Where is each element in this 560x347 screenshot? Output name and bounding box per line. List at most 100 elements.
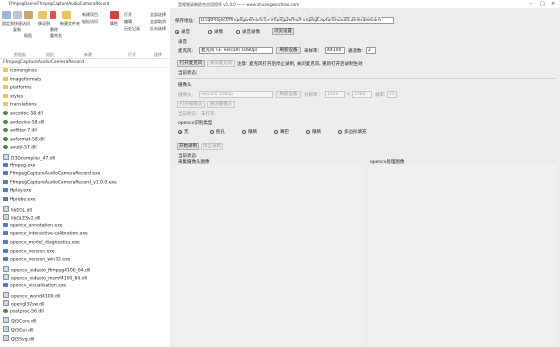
file-list-item[interactable]: ffmpeg.exe — [3, 162, 36, 169]
mic-close-button[interactable]: 关闭麦克风 — [207, 60, 235, 67]
opencv-none-radio[interactable] — [178, 130, 182, 134]
file-name: iconengines — [10, 68, 38, 74]
file-list-item[interactable]: avfilter-7.dll — [3, 128, 37, 134]
file-list-item[interactable]: opencv_videoio_ffmpeg4100_64.dll — [3, 265, 90, 273]
ribbon-move-button[interactable] — [38, 11, 47, 20]
resolution-height-input[interactable]: 1080 — [352, 91, 372, 98]
ribbon-invert-button[interactable]: 反向选择 — [150, 26, 166, 32]
file-list-item[interactable]: libGLESv2.dll — [3, 214, 40, 222]
opencv-eye2-radio[interactable] — [306, 130, 310, 134]
audio-state-label: 当前状态: — [178, 71, 198, 76]
file-list-item[interactable]: ffplay.exe — [3, 188, 31, 194]
ribbon-history-button[interactable]: 历史记录 — [124, 26, 140, 32]
ribbon-newitem-button[interactable]: 新建项目 — [82, 12, 98, 18]
ribbon-delete-button[interactable] — [50, 11, 56, 20]
bandicam-watermark: www.BANDICAM.com — [232, 7, 383, 23]
camera-preview-pane — [175, 165, 363, 347]
file-list-item[interactable]: avutil-57.dll — [3, 145, 37, 151]
ribbon-rename-label-wrap[interactable]: 重命名 — [50, 33, 62, 39]
mode-audio-video-radio[interactable] — [236, 30, 240, 34]
ribbon-selectnone-button[interactable]: 全部取消 — [150, 19, 166, 25]
exe-file-icon — [3, 231, 8, 236]
exe-file-icon — [3, 257, 8, 262]
ribbon-copy-label: 复制 — [13, 27, 21, 32]
file-list-item[interactable]: opencv_annotation.exe — [3, 222, 62, 229]
mic-device-select[interactable]: 麦克风 (3- eelcam 1080p) — [199, 47, 273, 54]
file-list-item[interactable]: postproc-56.dll — [3, 308, 44, 315]
file-list-item[interactable]: Qt5Gui.dll — [3, 326, 34, 334]
file-list-item[interactable]: opencv_version.exe — [3, 248, 55, 255]
opencv-eye-radio[interactable] — [242, 130, 246, 134]
camera-close-button[interactable]: 关闭摄像头 — [207, 101, 235, 108]
file-name: avutil-57.dll — [10, 145, 37, 151]
ribbon-copy-button[interactable] — [13, 11, 22, 20]
ribbon-selectall-label: 全部选择 — [150, 12, 166, 17]
file-list-item[interactable]: imageformats — [3, 76, 41, 83]
camera-section-heading: 摄像头 — [178, 83, 192, 88]
file-list-item[interactable]: opengl32sw.dll — [3, 300, 44, 308]
dll-file-icon — [3, 317, 9, 324]
file-list-item[interactable]: ffprobe.exe — [3, 197, 36, 203]
file-list-item[interactable]: opencv_version_win32.exe — [3, 257, 70, 263]
samplerate-input[interactable]: 44100 — [325, 47, 345, 54]
file-list-item[interactable]: opencv_videoio_msmf4100_64.dll — [3, 274, 87, 282]
file-list-item[interactable]: platforms — [3, 85, 31, 91]
record-start-button[interactable]: 开始录制 — [177, 143, 199, 150]
ribbon-history-label: 历史记录 — [124, 26, 140, 31]
file-list-item[interactable]: Qt5Core.dll — [3, 317, 36, 325]
file-list-item[interactable]: styles — [3, 93, 23, 100]
file-name: avfilter-7.dll — [10, 128, 37, 134]
file-list-item[interactable]: translations — [3, 102, 37, 108]
mode-audio-radio[interactable] — [175, 30, 179, 34]
file-list-item[interactable]: avformat-58.dll — [3, 136, 45, 143]
mic-refresh-button[interactable]: 刷新设备 — [276, 47, 301, 54]
ribbon-open-button[interactable]: 打开 — [124, 12, 132, 18]
ribbon-properties-button[interactable] — [110, 11, 119, 20]
resolution-x: x — [347, 92, 350, 97]
ribbon-easyaccess-button[interactable]: 轻松访问 — [82, 19, 98, 25]
ribbon-newfolder-button[interactable] — [62, 11, 71, 20]
camera-device-select[interactable]: eelcam 1080p — [199, 91, 273, 98]
mode-video-radio[interactable] — [208, 30, 212, 34]
ribbon-paste-label: 粘贴 — [24, 33, 32, 38]
file-name: avcodec-58.dll — [10, 111, 43, 117]
channels-input[interactable]: 2 — [366, 47, 376, 54]
resolution-width-input[interactable]: 1920 — [325, 91, 345, 98]
ribbon-paste-button[interactable] — [24, 11, 33, 20]
ribbon-pin-button[interactable] — [2, 11, 11, 20]
file-list-item[interactable]: opencv_visualisation.exe — [3, 283, 66, 289]
file-list-item[interactable]: FfmpegCaptureAudioCameraRecord.exe — [3, 171, 100, 177]
file-name: ffmpeg.exe — [10, 163, 36, 169]
maximize-icon[interactable]: □ — [540, 1, 545, 7]
properties-icon — [110, 11, 119, 19]
ribbon-paste-label-wrap: 粘贴 — [24, 33, 32, 39]
close-icon[interactable]: × — [551, 1, 555, 7]
mic-open-button[interactable]: 打开麦克风 — [177, 60, 205, 67]
file-list-item[interactable]: opencv_interactive-calibration.exe — [3, 231, 88, 237]
file-list-item[interactable]: avdevice-58.dll — [3, 119, 44, 126]
file-list-item[interactable]: iconengines — [3, 68, 37, 74]
file-name: ffplay.exe — [10, 188, 32, 194]
file-list-item[interactable]: FfmpegCaptureAudioCameraRecord_v1.0.0.ex… — [3, 179, 117, 186]
file-list-item[interactable]: opencv_model_diagnostics.exe — [3, 240, 80, 246]
ribbon-group-open: 打开 — [128, 52, 136, 57]
camera-open-button[interactable]: 打开摄像头 — [177, 101, 205, 108]
address-bar[interactable]: FfmpegCaptureAudioCameraRecord — [0, 59, 170, 68]
fps-input[interactable]: 25 — [387, 91, 397, 98]
ribbon-selectall-button[interactable]: 全部选择 — [150, 12, 166, 18]
camera-refresh-button[interactable]: 刷新设备 — [276, 91, 301, 98]
file-list-item[interactable]: D3Dcompiler_47.dll — [3, 154, 55, 162]
file-list-item[interactable]: avcodec-58.dll — [3, 111, 43, 117]
ribbon-edit-button[interactable]: 编辑 — [124, 19, 132, 25]
opencv-polygon-radio[interactable] — [338, 130, 342, 134]
save-path-browse-button[interactable]: 浏览设置 — [272, 28, 294, 35]
file-list-item[interactable]: opencv_world4100.dll — [3, 291, 60, 299]
opencv-mouth-radio[interactable] — [274, 130, 278, 134]
explorer-ribbon: 新建项目 轻松访问 打开 编辑 历史记录 全部选择 全部取消 反向选择 固定到快… — [0, 8, 170, 59]
minimize-icon[interactable]: – — [530, 1, 533, 7]
file-list-item[interactable]: Qt5Svg.dll — [3, 334, 34, 342]
file-list-item[interactable]: libEGL.dll — [3, 205, 32, 213]
opencv-face-radio[interactable] — [210, 130, 214, 134]
exe-file-icon — [3, 162, 8, 167]
record-stop-button[interactable]: 停止录制 — [201, 143, 223, 150]
